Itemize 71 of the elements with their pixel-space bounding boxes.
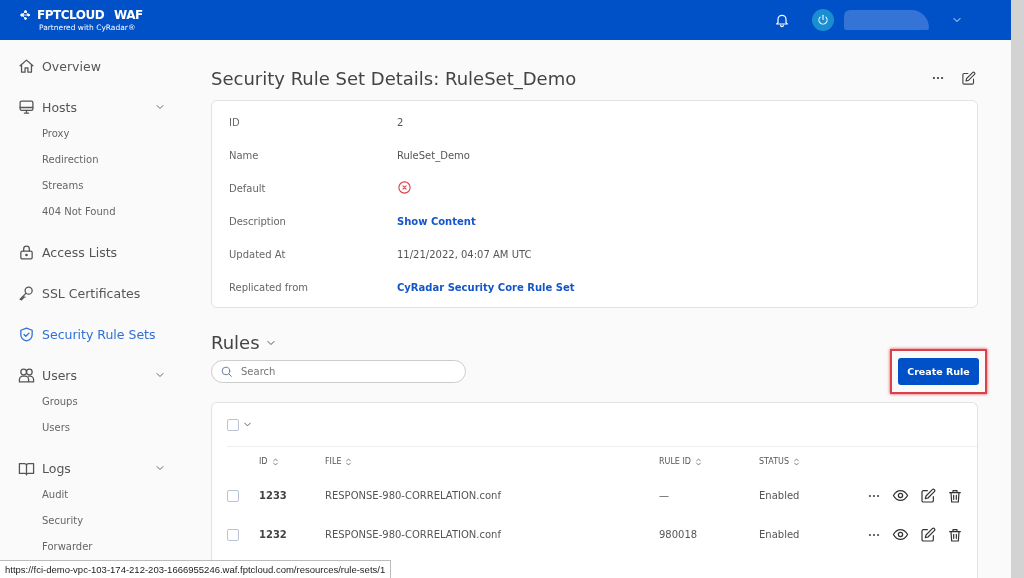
home-icon	[18, 57, 35, 75]
search-field[interactable]: Search	[211, 360, 466, 383]
sidebar-subitem[interactable]: Security	[42, 515, 190, 529]
section-title: Rules	[211, 332, 260, 353]
logo-brand: FPTCLOUD	[37, 8, 105, 22]
sidebar-subitem[interactable]: Users	[42, 422, 190, 436]
field-label: Updated At	[229, 249, 287, 260]
eye-icon[interactable]	[892, 526, 909, 543]
field-label: Default	[229, 183, 267, 194]
sort-icon	[270, 456, 280, 467]
power-avatar[interactable]	[812, 9, 834, 31]
sidebar-item[interactable]: SSL Certificates	[18, 284, 166, 302]
trash-icon[interactable]	[947, 526, 963, 543]
status-url-tooltip: https://fci-demo-vpc-103-174-212-203-1666955246.waf.fptcloud.com/resources/rule-sets/1	[0, 560, 392, 578]
sidebar-subitem[interactable]: Forwarder	[42, 541, 190, 555]
users-icon	[18, 366, 35, 384]
sidebar-subitem[interactable]: Groups	[42, 396, 190, 410]
trash-icon[interactable]	[947, 487, 963, 504]
column-header[interactable]: ID	[259, 447, 325, 476]
sort-icon	[344, 456, 354, 467]
table-cell: 980018	[659, 529, 698, 540]
table-cell: RESPONSE-980-CORRELATION.conf	[325, 529, 501, 540]
bell-icon[interactable]	[774, 12, 790, 28]
field-label: ID	[229, 117, 241, 128]
sidebar-subitem[interactable]: Proxy	[42, 128, 190, 142]
lock-icon	[18, 243, 35, 261]
sidebar-item[interactable]: Users	[18, 366, 166, 384]
table-cell: Enabled	[759, 490, 800, 501]
page-title: Security Rule Set Details: RuleSet_Demo	[211, 67, 577, 89]
select-all-checkbox[interactable]	[227, 418, 239, 431]
network-logo-icon	[17, 9, 33, 21]
edit-icon[interactable]	[920, 487, 936, 504]
shield-icon	[18, 325, 35, 343]
key-icon	[18, 284, 35, 302]
sort-icon	[694, 456, 703, 467]
sort-icon	[792, 456, 801, 467]
table-cell: 1233	[259, 490, 287, 501]
field-value: RuleSet_Demo	[397, 150, 471, 161]
edit-icon[interactable]	[920, 526, 936, 543]
field-value: 2	[397, 117, 405, 128]
field-value: 11/21/2022, 04:07 AM UTC	[397, 249, 533, 260]
scrollbar[interactable]	[1011, 0, 1024, 578]
eye-icon[interactable]	[892, 487, 909, 504]
table-cell: RESPONSE-980-CORRELATION.conf	[325, 490, 501, 501]
link[interactable]: Show Content	[397, 216, 960, 227]
table-cell: —	[659, 490, 669, 501]
sidebar-subitem[interactable]: 404 Not Found	[42, 206, 190, 220]
table-cell: Enabled	[759, 529, 800, 540]
logo-product: WAF	[114, 8, 143, 22]
column-header[interactable]: FILE	[325, 447, 659, 476]
field-label: Replicated from	[229, 282, 310, 293]
link[interactable]: CyRadar Security Core Rule Set	[397, 282, 960, 293]
sidebar-item[interactable]: Access Lists	[18, 243, 166, 261]
sidebar-item[interactable]: Logs	[18, 459, 166, 477]
field-label: Description	[229, 216, 287, 227]
create-rule-button[interactable]: Create Rule	[898, 358, 979, 385]
row-checkbox[interactable]	[227, 489, 239, 502]
table-cell: 1232	[259, 529, 287, 540]
sidebar-item[interactable]: Hosts	[18, 98, 166, 116]
column-header[interactable]: STATUS	[759, 447, 855, 476]
sidebar-item[interactable]: Security Rule Sets	[18, 325, 166, 343]
sidebar-subitem[interactable]: Redirection	[42, 154, 190, 168]
row-checkbox[interactable]	[227, 528, 239, 541]
field-label: Name	[229, 150, 260, 161]
sidebar-subitem[interactable]: Audit	[42, 489, 190, 503]
monitor-icon	[18, 98, 35, 116]
sidebar-item[interactable]: Overview	[18, 57, 166, 75]
edit-icon[interactable]	[961, 70, 976, 86]
column-header[interactable]: RULE ID	[659, 447, 759, 476]
power-icon	[816, 13, 830, 27]
sidebar-subitem[interactable]: Streams	[42, 180, 190, 194]
